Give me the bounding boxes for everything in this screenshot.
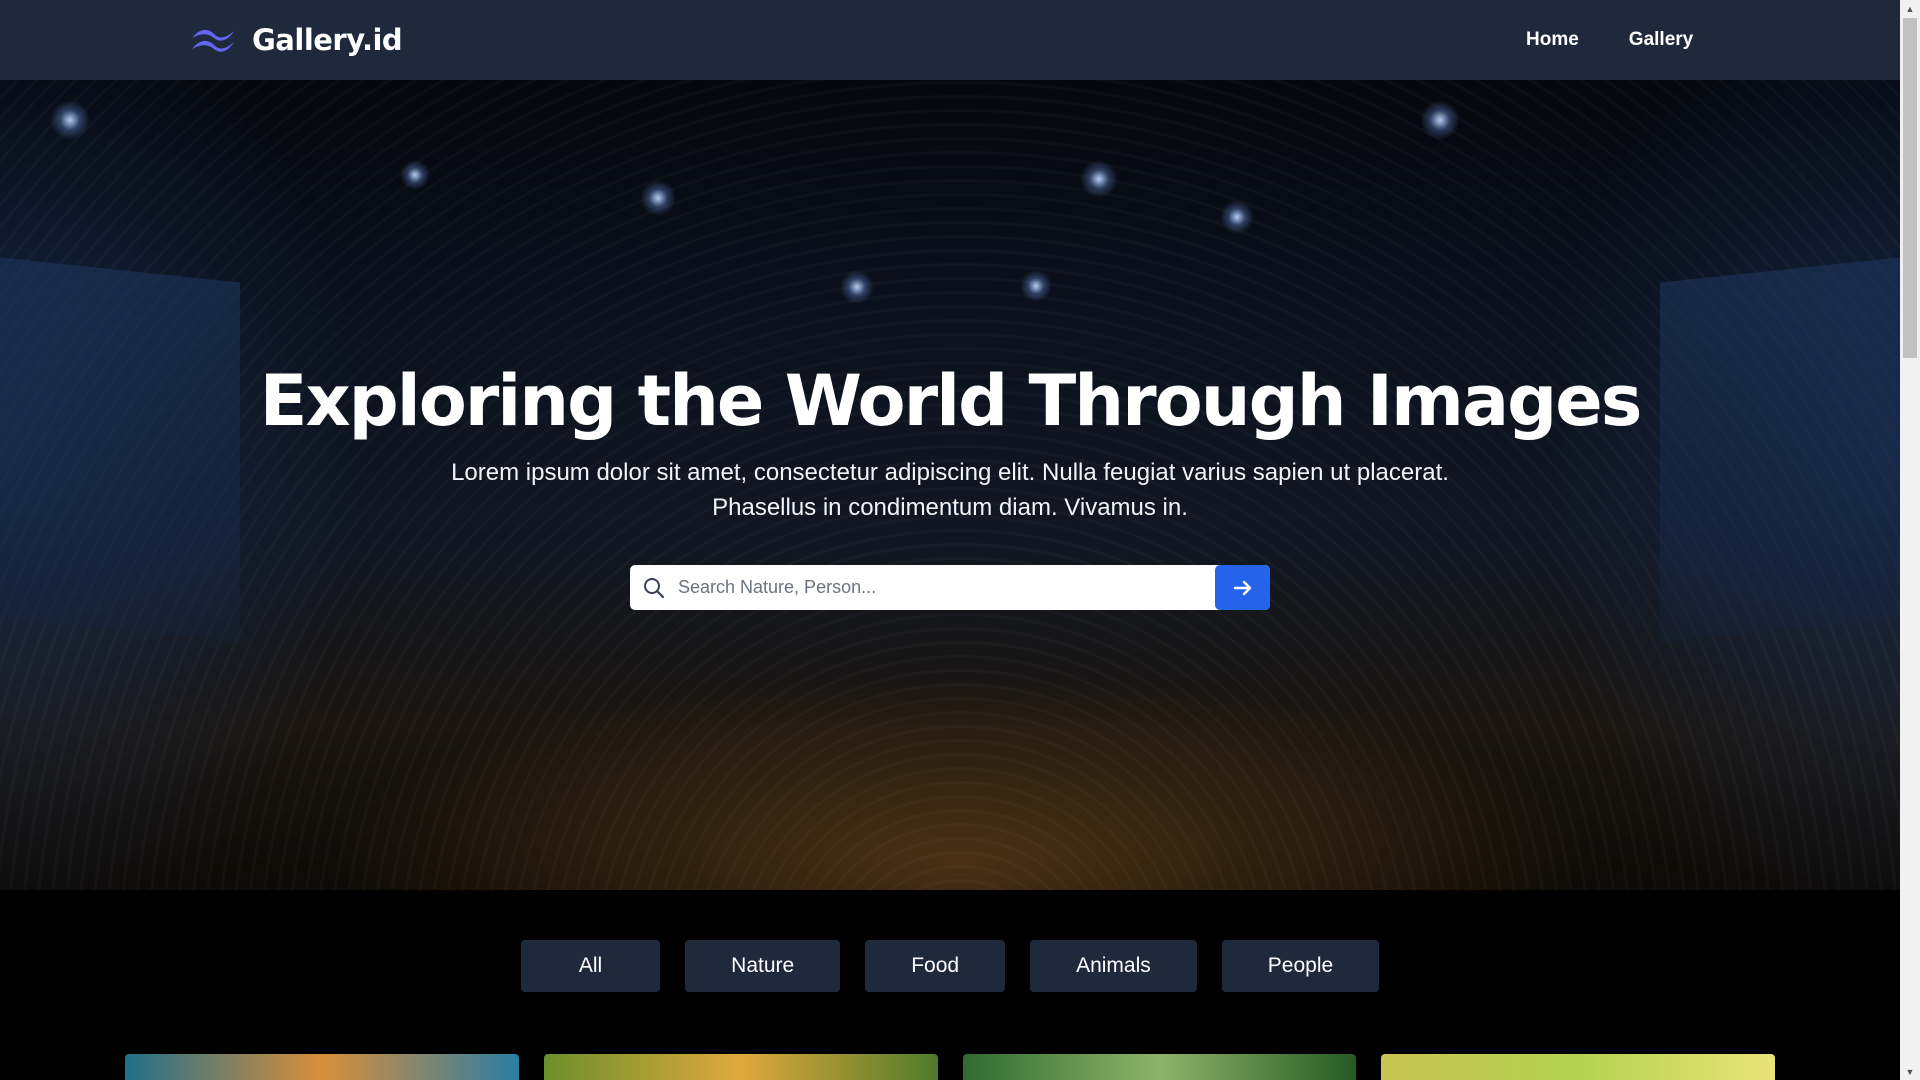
gallery-grid	[125, 1054, 1775, 1080]
gallery-thumbnail[interactable]	[1381, 1054, 1775, 1080]
filter-food-button[interactable]: Food	[865, 940, 1006, 992]
brand[interactable]: Gallery.id	[190, 0, 403, 80]
scroll-up-icon[interactable]: ▲	[1900, 0, 1920, 17]
gallery-thumbnail[interactable]	[543, 1054, 938, 1080]
wave-logo-icon	[192, 29, 234, 52]
scroll-down-icon[interactable]: ▼	[1900, 1063, 1920, 1080]
top-navbar: Gallery.id Home Gallery	[0, 0, 1900, 80]
nav-link-home[interactable]: Home	[1526, 29, 1579, 51]
hero-subtitle-line-1: Lorem ipsum dolor sit amet, consectetur …	[451, 459, 1449, 486]
hero-subtitle: Lorem ipsum dolor sit amet, consectetur …	[410, 455, 1490, 525]
nav-links: Home Gallery	[1526, 0, 1693, 80]
hero-content: Exploring the World Through Images Lorem…	[0, 80, 1900, 890]
nav-link-gallery[interactable]: Gallery	[1629, 29, 1693, 51]
filter-nature-button[interactable]: Nature	[685, 940, 841, 992]
search-input[interactable]	[678, 565, 1215, 610]
scrollbar-thumb[interactable]	[1903, 18, 1917, 358]
filter-people-button[interactable]: People	[1221, 940, 1380, 992]
search-submit-button[interactable]	[1215, 565, 1270, 610]
filter-all-button[interactable]: All	[520, 940, 661, 992]
hero-title: Exploring the World Through Images	[259, 360, 1643, 442]
gallery-thumbnail[interactable]	[962, 1054, 1357, 1080]
category-filters: All Nature Food Animals People	[0, 940, 1900, 992]
gallery-thumbnail[interactable]	[125, 1054, 519, 1080]
search-icon	[630, 565, 678, 610]
filter-animals-button[interactable]: Animals	[1030, 940, 1197, 992]
hero-section: Exploring the World Through Images Lorem…	[0, 80, 1900, 890]
arrow-right-icon	[1233, 580, 1251, 595]
brand-name: Gallery.id	[252, 23, 403, 57]
vertical-scrollbar[interactable]: ▲ ▼	[1900, 0, 1920, 1080]
hero-subtitle-line-2: Phasellus in condimentum diam. Vivamus i…	[712, 494, 1188, 521]
search-bar	[630, 565, 1270, 610]
